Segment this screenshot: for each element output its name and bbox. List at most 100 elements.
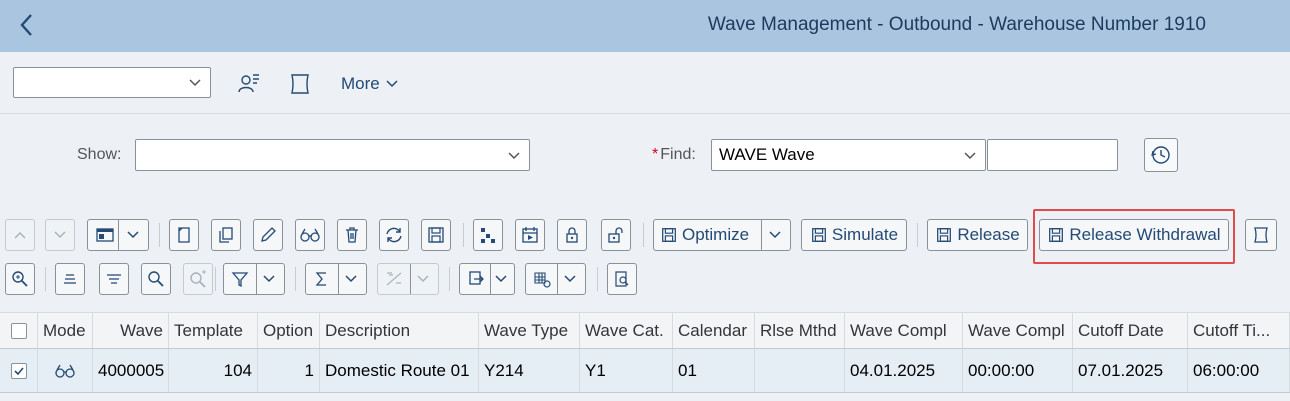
history-button[interactable] [1144,138,1178,172]
document-icon [178,227,190,243]
column-header-wave-compl-time[interactable]: Wave Compl [963,313,1073,348]
column-header-mode[interactable]: Mode [38,313,93,348]
schedule-button[interactable] [515,219,545,251]
user-settings-icon[interactable] [236,71,262,97]
filter-menu-button[interactable] [223,263,285,295]
more-button[interactable]: More [341,74,399,94]
bookmark-button[interactable] [1245,219,1277,251]
chevron-down-icon [345,275,357,283]
show-label: Show: [77,146,122,163]
sum-menu-button[interactable] [305,263,367,295]
chevron-down-icon [263,275,275,283]
refresh-button[interactable] [379,219,409,251]
release-label: Release [957,225,1020,244]
column-header-calendar[interactable]: Calendar [673,313,755,348]
edit-button[interactable] [253,219,283,251]
table-row[interactable]: 4000005 104 1 Domestic Route 01 Y214 Y1 … [0,349,1290,393]
find-select[interactable]: WAVE Wave [711,139,986,171]
settings-menu-button[interactable] [525,263,586,295]
search-button[interactable] [141,263,171,295]
wave-cell: 4000005 [93,349,169,392]
select-all-checkbox[interactable] [10,322,27,339]
sort-descending-button[interactable] [99,263,129,295]
simulate-button[interactable]: Simulate [801,219,907,251]
column-header-wave-cat[interactable]: Wave Cat. [580,313,673,348]
description-cell: Domestic Route 01 [320,349,479,392]
optimize-button[interactable]: Optimize [653,219,791,251]
hierarchy-button[interactable] [473,219,503,251]
chevron-left-icon [20,14,32,36]
search-icon [148,271,164,287]
calendar-icon [522,227,538,243]
column-header-cutoff-date[interactable]: Cutoff Date [1073,313,1188,348]
pencil-icon [261,227,276,242]
glasses-icon [300,228,320,242]
back-button[interactable] [12,10,42,40]
delete-button[interactable] [337,219,367,251]
select-all-cell[interactable] [0,313,38,348]
unlock-button[interactable] [601,219,631,251]
required-marker: * [652,146,659,163]
subtotal-icon [386,272,402,286]
more-label: More [341,74,380,93]
sigma-icon [315,272,326,286]
column-header-description[interactable]: Description [320,313,479,348]
bookmark-icon[interactable] [287,71,313,97]
sort-ascending-button[interactable] [55,263,85,295]
column-header-option[interactable]: Option [258,313,320,348]
subtotal-menu-button[interactable] [377,263,439,295]
chevron-up-icon [14,231,26,239]
column-header-wave-compl-date[interactable]: Wave Compl [845,313,963,348]
column-header-template[interactable]: Template [169,313,258,348]
show-select[interactable] [135,139,530,171]
top-toolbar: More [0,52,1290,114]
table-settings-icon [534,272,551,288]
sort-ascending-icon [64,274,76,284]
copy-button[interactable] [211,219,241,251]
row-select-cell[interactable] [0,349,38,392]
calendar-cell: 01 [673,349,755,392]
scroll-up-button[interactable] [5,219,35,251]
chevron-down-icon [386,80,398,88]
cutoff-date-cell: 07.01.2025 [1073,349,1188,392]
save-icon [937,228,952,242]
column-header-wave[interactable]: Wave [93,313,169,348]
find-label: * Find: [652,146,696,164]
column-header-wave-type[interactable]: Wave Type [479,313,580,348]
save-icon [662,228,676,242]
scroll-down-button[interactable] [45,219,75,251]
option-cell: 1 [258,349,320,392]
create-button[interactable] [169,219,199,251]
find-text-input[interactable] [987,139,1118,171]
table-layout-icon [96,228,114,242]
variant-select[interactable] [13,67,211,98]
clock-history-icon [1151,146,1170,164]
chevron-down-icon [417,275,429,283]
glasses-icon [55,364,75,378]
display-button[interactable] [295,219,325,251]
save-button[interactable] [421,219,451,251]
chevron-down-icon [964,152,976,160]
find-value: WAVE Wave [719,145,815,164]
search-plus-icon [190,270,206,288]
cutoff-time-cell: 06:00:00 [1188,349,1290,392]
unlock-icon [608,227,623,243]
wave-compl-time-cell: 00:00:00 [963,349,1073,392]
export-menu-button[interactable] [459,263,515,295]
chevron-down-icon [189,79,201,87]
row-checkbox[interactable] [10,362,27,379]
table-header: Mode Wave Template Option Description Wa… [0,312,1290,349]
release-button[interactable]: Release [927,219,1028,251]
layout-menu-button[interactable] [87,219,149,251]
lock-button[interactable] [557,219,587,251]
column-header-cutoff-time[interactable]: Cutoff Ti... [1188,313,1290,348]
wave-compl-date-cell: 04.01.2025 [845,349,963,392]
print-preview-button[interactable] [607,263,637,295]
mode-cell[interactable] [38,349,93,392]
zoom-in-button[interactable] [5,263,35,295]
column-header-rlse-mthd[interactable]: Rlse Mthd [755,313,845,348]
search-next-button[interactable] [183,263,213,295]
trash-icon [346,227,358,243]
wave-cat-cell: Y1 [580,349,673,392]
chevron-down-icon [564,275,576,283]
